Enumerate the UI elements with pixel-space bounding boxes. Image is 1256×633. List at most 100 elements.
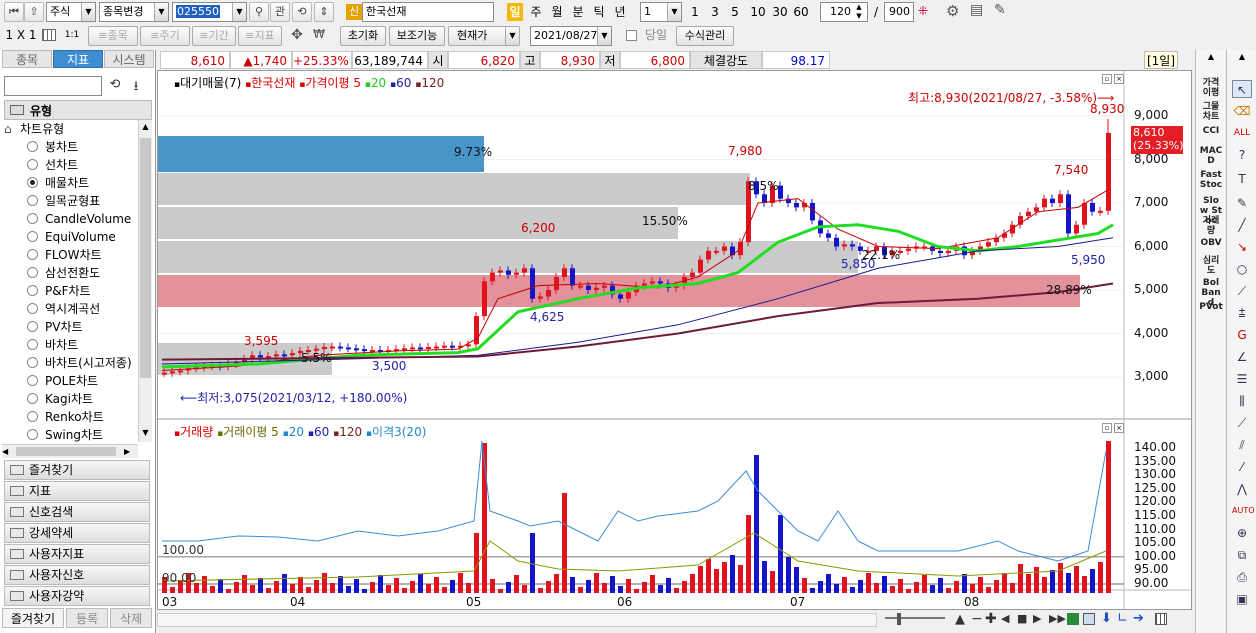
updown-icon[interactable]: ⇕ [314, 2, 334, 22]
interval-1[interactable]: 1 [688, 2, 702, 22]
category-2[interactable]: 신호검색 [4, 502, 150, 522]
chart-type-item[interactable]: Kagi차트 [0, 390, 138, 408]
indicator-shortcut[interactable]: CCI [1196, 126, 1226, 136]
tree-scrollbar[interactable]: ▲ ▼ [138, 120, 152, 442]
radio-icon[interactable] [27, 357, 38, 368]
chart-type-item[interactable]: PV차트 [0, 318, 138, 336]
chart-type-item[interactable]: 봉차트 [0, 138, 138, 156]
radio-icon[interactable] [27, 285, 38, 296]
circle-icon[interactable]: ○ [1232, 260, 1252, 278]
price-pane-close-icon[interactable]: × [1114, 74, 1124, 84]
minus-icon[interactable]: − [971, 611, 983, 627]
volume-pane-minimize-icon[interactable]: ▫ [1102, 423, 1112, 433]
settings-grid-icon[interactable]: ⁜ [918, 4, 934, 20]
angle-icon[interactable]: ∠ [1232, 348, 1252, 366]
tab-system[interactable]: 시스템 [104, 50, 154, 68]
chart-type-item[interactable]: CandleVolume [0, 210, 138, 228]
radio-icon[interactable] [27, 411, 38, 422]
zoom-slider-thumb[interactable] [897, 613, 901, 625]
period-tag[interactable]: [1일] [1144, 51, 1178, 69]
zoom-slider[interactable] [885, 617, 945, 623]
cursor-icon[interactable]: ↖ [1232, 80, 1252, 98]
total-count-field[interactable]: 900 [884, 2, 914, 22]
up-icon[interactable]: ⇧ [24, 2, 44, 22]
stock-name-field[interactable]: 한국선재 [362, 2, 494, 22]
one-to-one-button[interactable]: 1:1 [62, 25, 82, 45]
help-icon[interactable]: ? [1232, 146, 1252, 164]
legend-ma120[interactable]: ▪120 [415, 76, 444, 90]
cycle-icon[interactable]: ⟲ [292, 2, 312, 22]
chart-type-item[interactable]: Renko차트 [0, 408, 138, 426]
tree-hscrollbar[interactable]: ◀ ▶ [2, 444, 138, 458]
interval-select[interactable]: 1 ▼ [640, 2, 682, 22]
table-icon[interactable] [1083, 613, 1095, 625]
period-year[interactable]: 년 [612, 2, 628, 22]
legend-disparity[interactable]: ▪이격3(20) [366, 425, 426, 439]
period-day[interactable]: 일 [507, 3, 523, 21]
pen-icon[interactable]: ✎ [1232, 194, 1252, 212]
bottom-tab-delete[interactable]: 삭제 [110, 608, 152, 628]
legend-ma60[interactable]: ▪60 [390, 76, 411, 90]
volume-pane-close-icon[interactable]: × [1114, 423, 1124, 433]
price-type-select[interactable]: 현재가 ▼ [448, 26, 520, 46]
chart-canvas[interactable] [158, 71, 1191, 609]
radio-icon[interactable] [27, 213, 38, 224]
stop-icon[interactable]: ■ [1017, 612, 1031, 625]
indicator-search-input[interactable] [4, 76, 102, 96]
period-tick[interactable]: 틱 [591, 2, 607, 22]
indicator-shortcut[interactable]: 심리도 [1196, 256, 1226, 276]
price-pane-minimize-icon[interactable]: ▫ [1102, 74, 1112, 84]
indicator-shortcut[interactable]: PVot [1196, 302, 1226, 312]
save-image-icon[interactable]: ▣ [1232, 590, 1252, 608]
parallel-icon[interactable]: ⩲ [1232, 304, 1252, 322]
period-week[interactable]: 주 [528, 2, 544, 22]
radio-icon[interactable] [27, 249, 38, 260]
tab-stock[interactable]: 종목 [2, 50, 52, 68]
fib-icon[interactable]: ☰ [1232, 370, 1252, 388]
market-select[interactable]: 주식 ▼ [46, 2, 96, 22]
indicator-shortcut[interactable]: 거래량 [1196, 216, 1226, 236]
radio-icon[interactable] [27, 177, 38, 188]
section-type-header[interactable]: 유형 [4, 100, 152, 120]
download-icon[interactable]: ⭳ [127, 77, 145, 95]
copy-icon[interactable]: ⧉ [1232, 546, 1252, 564]
sameday-checkbox[interactable] [626, 30, 637, 41]
radio-icon[interactable] [27, 321, 38, 332]
forward-icon[interactable]: ▶▶ [1049, 612, 1066, 625]
legend-stock[interactable]: ▪한국선재 [245, 76, 295, 90]
tab-indicator[interactable]: 지표 [53, 50, 103, 68]
chart-type-item[interactable]: 선차트 [0, 156, 138, 174]
grid-small-icon[interactable] [1155, 613, 1167, 625]
zoom-out-icon[interactable]: ▲ [955, 612, 969, 627]
interval-30[interactable]: 30 [770, 2, 790, 22]
interval-10[interactable]: 10 [748, 2, 768, 22]
formula-manage-button[interactable]: 수식관리 [676, 26, 734, 46]
category-3[interactable]: 강세약세 [4, 523, 150, 543]
legend-ma20[interactable]: ▪20 [365, 76, 386, 90]
indicator-shortcut[interactable]: Fast Stoc [1196, 170, 1226, 190]
text-icon[interactable]: T [1232, 170, 1252, 188]
bottom-tab-favorites[interactable]: 즐겨찾기 [2, 608, 64, 628]
cycle-line-icon[interactable]: ⫼ [1232, 392, 1252, 410]
date-input[interactable]: 2021/08/27 ▼ [530, 26, 612, 46]
chart-type-item[interactable]: EquiVolume [0, 228, 138, 246]
indicator-shortcut[interactable]: OBV [1196, 238, 1226, 248]
radio-icon[interactable] [27, 339, 38, 350]
radio-icon[interactable] [27, 393, 38, 404]
legend-vol-ma20[interactable]: ▪20 [283, 425, 304, 439]
crosshair-icon[interactable]: ✥ [288, 27, 306, 45]
play-icon[interactable]: ▶ [1033, 612, 1047, 625]
trend-line-icon[interactable]: ↘ [1232, 238, 1252, 256]
legend-price-ma[interactable]: ▪가격이평 5 [299, 76, 361, 90]
line-icon[interactable]: ╱ [1232, 216, 1252, 234]
radio-icon[interactable] [27, 375, 38, 386]
indicator-shortcut[interactable]: 그물차트 [1196, 102, 1226, 122]
radio-icon[interactable] [27, 231, 38, 242]
radio-icon[interactable] [27, 303, 38, 314]
related-button[interactable]: 관 [270, 2, 290, 22]
code-change-select[interactable]: 종목변경 ▼ [99, 2, 169, 22]
chart-type-item[interactable]: 매물차트 [0, 174, 138, 192]
bottom-tab-register[interactable]: 등록 [66, 608, 108, 628]
regression-icon[interactable]: ⁄ [1232, 458, 1252, 476]
category-0[interactable]: 즐겨찾기 [4, 460, 150, 480]
